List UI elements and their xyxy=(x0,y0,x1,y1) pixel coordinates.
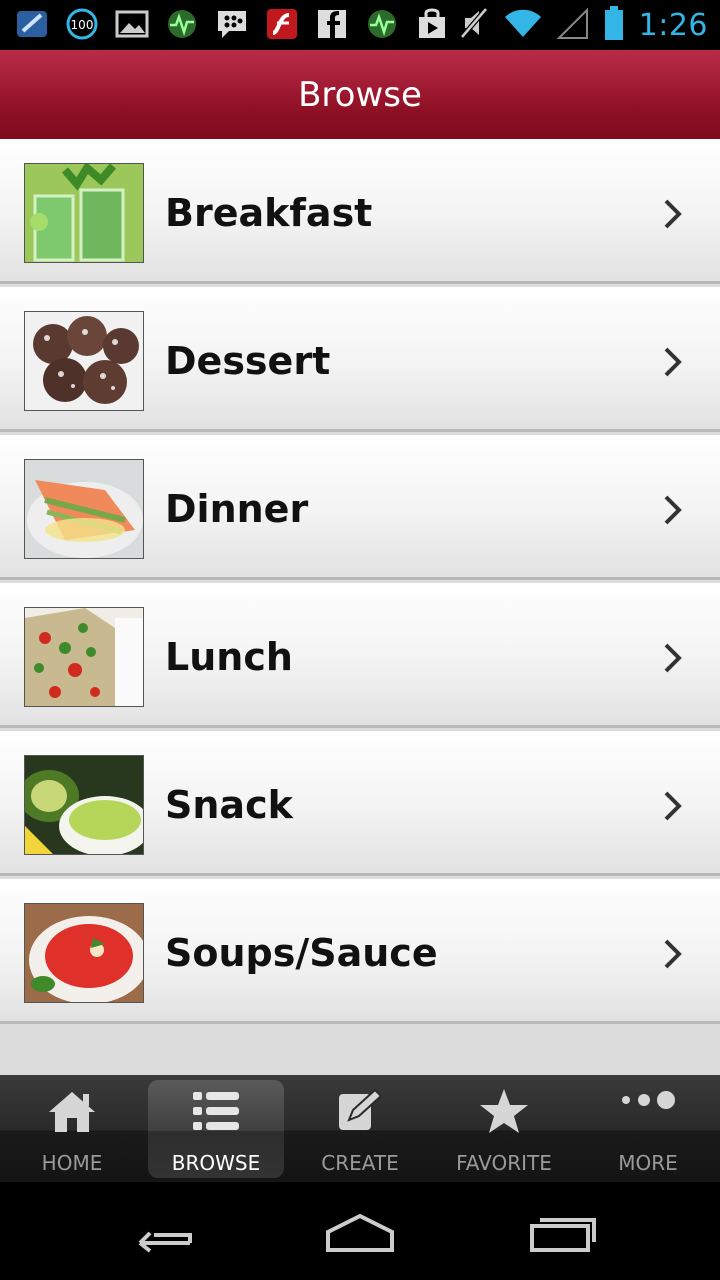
dinner-thumbnail xyxy=(24,459,144,559)
dessert-thumbnail xyxy=(24,311,144,411)
clock: 1:26 xyxy=(638,8,708,43)
tab-bar: HOME BROWSE CREATE FAVORITE MORE xyxy=(0,1075,720,1182)
edit-icon xyxy=(292,1086,428,1136)
home-nav-icon[interactable] xyxy=(320,1210,400,1256)
home-icon xyxy=(4,1086,140,1136)
svg-text:100: 100 xyxy=(71,18,94,32)
category-label: Snack xyxy=(165,783,293,827)
tab-label: BROWSE xyxy=(171,1151,261,1175)
android-app-icon xyxy=(14,6,50,42)
chevron-right-icon xyxy=(664,347,682,377)
flash-player-icon xyxy=(264,6,300,42)
activity-icon xyxy=(164,6,200,42)
back-icon[interactable] xyxy=(120,1210,200,1256)
snack-thumbnail xyxy=(24,755,144,855)
tab-home[interactable]: HOME xyxy=(4,1080,140,1178)
signal-icon xyxy=(556,6,589,45)
category-label: Lunch xyxy=(165,635,293,679)
category-row-breakfast[interactable]: Breakfast xyxy=(0,139,720,284)
category-row-soups-sauce[interactable]: Soups/Sauce xyxy=(0,879,720,1024)
category-label: Breakfast xyxy=(165,191,373,235)
list-icon xyxy=(148,1086,284,1136)
chevron-right-icon xyxy=(664,939,682,969)
tab-favorite[interactable]: FAVORITE xyxy=(436,1080,572,1178)
category-row-snack[interactable]: Snack xyxy=(0,731,720,876)
battery-100-icon: 100 xyxy=(64,6,100,42)
battery-icon xyxy=(603,5,625,46)
tab-create[interactable]: CREATE xyxy=(292,1080,428,1178)
wifi-icon xyxy=(503,7,543,44)
tab-label: CREATE xyxy=(321,1151,399,1175)
more-dots-icon xyxy=(580,1080,716,1120)
tab-label: HOME xyxy=(41,1151,103,1175)
soups-sauce-thumbnail xyxy=(24,903,144,1003)
star-icon xyxy=(436,1086,572,1136)
chevron-right-icon xyxy=(664,791,682,821)
lunch-thumbnail xyxy=(24,607,144,707)
category-label: Dessert xyxy=(165,339,331,383)
blackberry-messenger-icon xyxy=(214,6,250,42)
chevron-right-icon xyxy=(664,495,682,525)
tab-label: FAVORITE xyxy=(456,1151,552,1175)
play-store-icon xyxy=(414,6,450,42)
tab-more[interactable]: MORE xyxy=(580,1080,716,1178)
breakfast-thumbnail xyxy=(24,163,144,263)
system-nav-bar xyxy=(0,1182,720,1280)
category-row-dinner[interactable]: Dinner xyxy=(0,435,720,580)
tab-browse[interactable]: BROWSE xyxy=(148,1080,284,1178)
tab-label: MORE xyxy=(618,1151,678,1175)
category-row-dessert[interactable]: Dessert xyxy=(0,287,720,432)
category-row-lunch[interactable]: Lunch xyxy=(0,583,720,728)
facebook-icon xyxy=(314,6,350,42)
mute-icon xyxy=(459,6,489,45)
recents-icon[interactable] xyxy=(522,1210,602,1256)
app-header: Browse xyxy=(0,50,720,139)
image-icon xyxy=(114,6,150,42)
activity-icon xyxy=(364,6,400,42)
category-label: Soups/Sauce xyxy=(165,931,438,975)
chevron-right-icon xyxy=(664,643,682,673)
page-title: Browse xyxy=(298,74,422,115)
status-bar: 100 1:26 xyxy=(0,0,720,50)
chevron-right-icon xyxy=(664,199,682,229)
category-label: Dinner xyxy=(165,487,309,531)
category-list: Breakfast Dessert Dinner Lunch Snack Sou… xyxy=(0,139,720,1075)
